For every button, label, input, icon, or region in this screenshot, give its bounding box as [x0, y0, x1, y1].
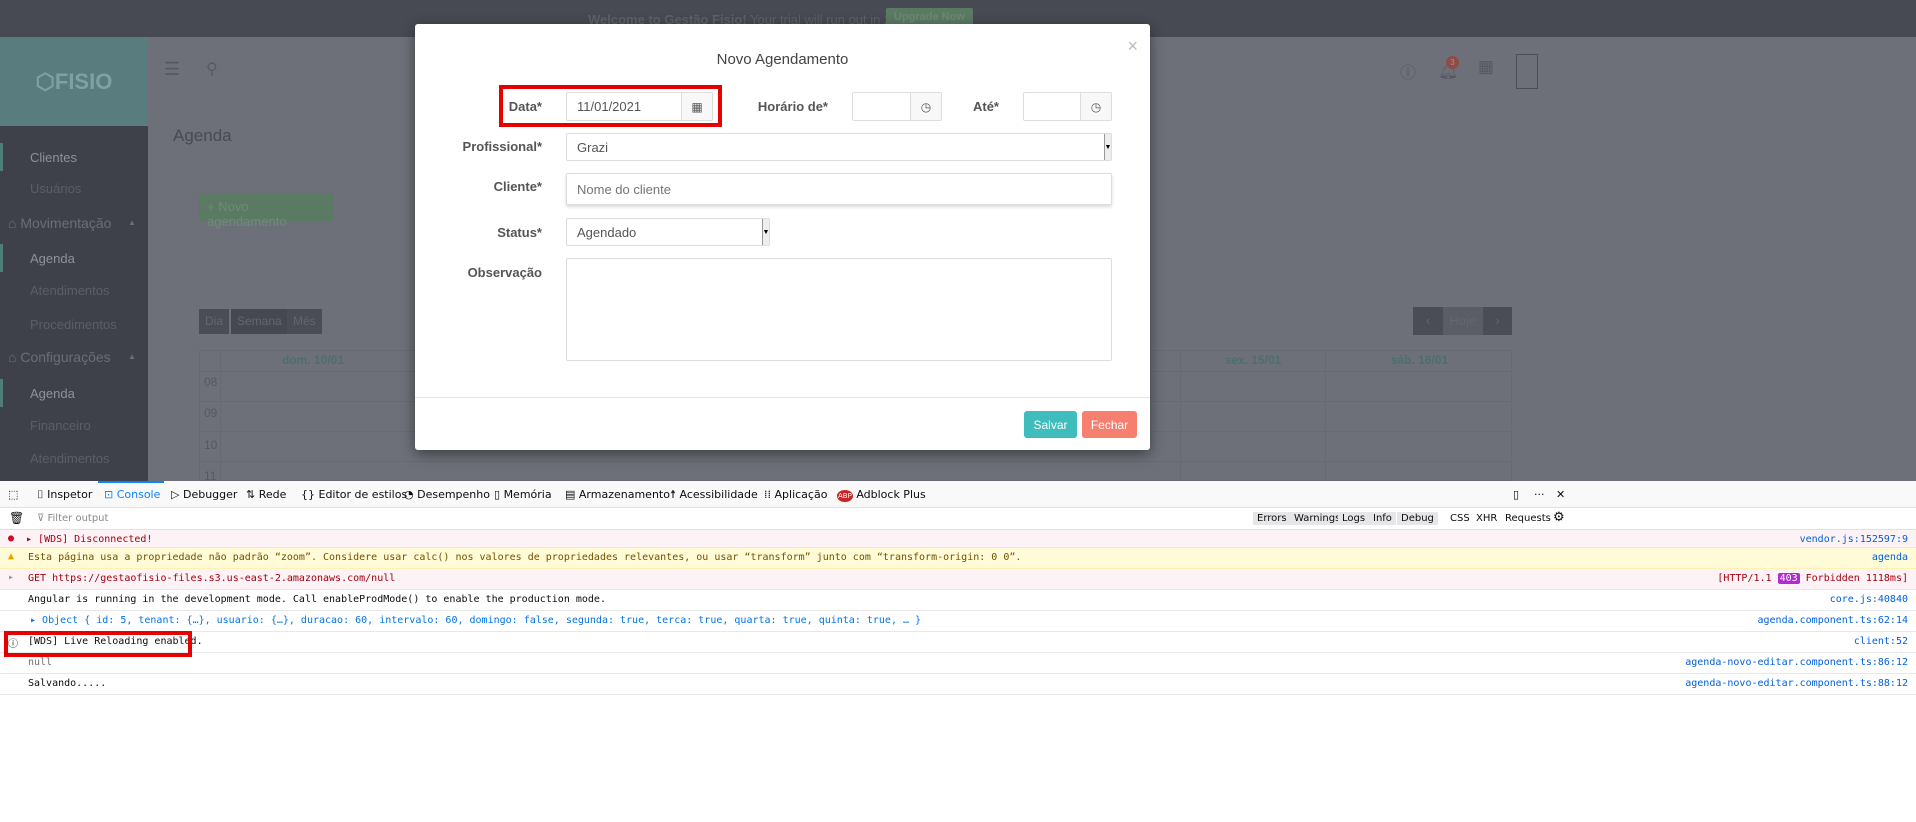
- caret-up-icon: ▲: [128, 352, 136, 361]
- tab-adblock-plus[interactable]: ABP Adblock Plus: [837, 488, 926, 502]
- trash-icon[interactable]: 🗑︎: [9, 511, 24, 525]
- home-icon: ⌂: [8, 215, 21, 231]
- from-time-label: Horário de*: [757, 99, 828, 114]
- error-icon: ●: [8, 533, 15, 544]
- modal-footer-divider: [415, 397, 1150, 398]
- next-button[interactable]: ›: [1483, 307, 1512, 335]
- close-devtools-icon[interactable]: ✕: [1556, 488, 1565, 501]
- gear-icon[interactable]: ⚙: [1553, 510, 1565, 525]
- filter-warnings[interactable]: Warnings: [1290, 512, 1345, 525]
- console-message: ▸ GET https://gestaofisio-files.s3.us-eas…: [0, 569, 1916, 590]
- sidebar-item-config-atendimentos[interactable]: Atendimentos: [30, 451, 110, 466]
- warning-icon: ▲: [8, 551, 15, 562]
- modal-title: Novo Agendamento: [716, 51, 849, 68]
- close-button[interactable]: Fechar: [1082, 411, 1137, 438]
- tab-debugger[interactable]: ▷ Debugger: [171, 488, 237, 501]
- abp-icon: ABP: [837, 490, 853, 502]
- save-button[interactable]: Salvar: [1024, 411, 1077, 438]
- tab-console[interactable]: ⊡ Console: [104, 488, 160, 501]
- chevron-down-icon: ▼: [1104, 134, 1111, 160]
- element-picker-icon[interactable]: ⬚: [8, 488, 18, 501]
- filter-css[interactable]: CSS: [1450, 513, 1470, 524]
- status-select[interactable]: Agendado ▼: [566, 218, 770, 246]
- devtools-panel: ⬚ ⌷ Inspetor ⊡ Console ▷ Debugger ⇅ Rede…: [0, 481, 1916, 822]
- console-message: ⓘ [WDS] Live Reloading enabled. client:52: [0, 632, 1916, 653]
- sidebar-item-atendimentos[interactable]: Atendimentos: [30, 283, 110, 298]
- highlight-box: [499, 85, 722, 127]
- today-button[interactable]: Hoje: [1443, 307, 1483, 335]
- filter-xhr[interactable]: XHR: [1476, 513, 1497, 524]
- client-label: Cliente*: [493, 179, 542, 194]
- view-month-button[interactable]: Mês: [287, 309, 322, 334]
- user-avatar[interactable]: [1516, 54, 1538, 89]
- filter-info[interactable]: Info: [1369, 512, 1396, 525]
- sidebar-item-procedimentos[interactable]: Procedimentos: [30, 317, 117, 332]
- professional-label: Profissional*: [462, 139, 542, 154]
- highlight-box: [4, 631, 192, 657]
- clock-icon[interactable]: ◷: [910, 92, 942, 121]
- box-icon: ⬡: [35, 68, 55, 94]
- console-message: Angular is running in the development mo…: [0, 590, 1916, 611]
- apps-grid-icon[interactable]: ▦: [1478, 57, 1494, 77]
- devtools-toolbar: ⬚ ⌷ Inspetor ⊡ Console ▷ Debugger ⇅ Rede…: [0, 481, 1916, 508]
- home-icon: ⌂: [8, 349, 21, 365]
- filter-output-input[interactable]: ⊽ Filter output: [37, 513, 108, 524]
- menu-toggle-icon[interactable]: ☰: [164, 59, 180, 80]
- sidebar-item-config-agenda[interactable]: Agenda: [30, 386, 75, 401]
- view-week-button[interactable]: Semana: [231, 309, 288, 334]
- professional-select[interactable]: Grazi ▼: [566, 133, 1112, 161]
- console-message: null agenda-novo-editar.component.ts:86:1…: [0, 653, 1916, 674]
- tab-rede[interactable]: ⇅ Rede: [246, 488, 286, 501]
- filter-debug[interactable]: Debug: [1397, 512, 1438, 525]
- new-appointment-modal: Novo Agendamento × Data* 11/01/2021 ▦ Hor…: [415, 24, 1150, 450]
- to-time-input[interactable]: ◷: [1023, 92, 1112, 121]
- tab-aplicacao[interactable]: ⁞⁞ Aplicação: [764, 488, 827, 501]
- filter-requests[interactable]: Requests: [1505, 513, 1551, 524]
- chevron-down-icon: ▼: [762, 219, 769, 245]
- sidebar-item-usuarios[interactable]: Usuários: [30, 181, 81, 196]
- notes-label: Observação: [467, 265, 542, 280]
- console-message: ● ▸ [WDS] Disconnected! vendor.js:152597:9: [0, 530, 1916, 548]
- new-appointment-button[interactable]: + Novo agendamento: [199, 193, 334, 229]
- sidebar-item-agenda[interactable]: Agenda: [30, 251, 75, 266]
- client-input[interactable]: [566, 173, 1112, 205]
- logo: ⬡ FISIO: [0, 37, 148, 126]
- sidebar-item-clientes[interactable]: Clientes: [30, 150, 77, 165]
- expand-icon: ▸: [8, 572, 15, 583]
- prev-button[interactable]: ‹: [1413, 307, 1443, 335]
- view-day-button[interactable]: Dia: [199, 309, 230, 334]
- filter-logs[interactable]: Logs: [1338, 512, 1370, 525]
- info-icon[interactable]: ⓘ: [1400, 59, 1416, 83]
- console-message[interactable]: ▸ Object { id: 5, tenant: {…}, usuario: …: [0, 611, 1916, 632]
- tab-desempenho[interactable]: ◔ Desempenho: [404, 488, 490, 501]
- tab-editor-de-estilos[interactable]: {} Editor de estilos: [301, 488, 407, 501]
- console-message: Salvando..... agenda-novo-editar.componen…: [0, 674, 1916, 695]
- search-icon[interactable]: ⚲: [206, 59, 218, 79]
- more-options-icon[interactable]: ···: [1534, 488, 1545, 501]
- notes-textarea[interactable]: [566, 258, 1112, 361]
- page-title: Agenda: [173, 126, 232, 145]
- notification-badge: 3: [1446, 56, 1459, 69]
- tab-armazenamento[interactable]: ▤ Armazenamento: [565, 488, 670, 501]
- to-time-label: Até*: [972, 99, 999, 114]
- close-icon[interactable]: ×: [1127, 36, 1138, 57]
- caret-up-icon: ▲: [128, 218, 136, 227]
- sidebar-section-movimentacao[interactable]: ⌂ Movimentação ▲: [8, 215, 136, 231]
- console-message: ▲ Esta página usa a propriedade não padrã…: [0, 548, 1916, 569]
- responsive-mode-icon[interactable]: ▯: [1513, 488, 1519, 501]
- status-label: Status*: [497, 225, 542, 240]
- from-time-input[interactable]: ◷: [852, 92, 942, 121]
- tab-memoria[interactable]: ▯ Memória: [494, 488, 552, 501]
- console-filter-bar: 🗑︎ ⊽ Filter output Errors Warnings Logs …: [0, 508, 1916, 530]
- clock-icon[interactable]: ◷: [1080, 92, 1112, 121]
- tab-acessibilidade[interactable]: ☨ Acessibilidade: [670, 488, 758, 501]
- filter-errors[interactable]: Errors: [1253, 512, 1291, 525]
- sidebar-item-financeiro[interactable]: Financeiro: [30, 418, 91, 433]
- tab-inspetor[interactable]: ⌷ Inspetor: [37, 488, 92, 502]
- sidebar-section-configuracoes[interactable]: ⌂ Configurações ▲: [8, 349, 136, 365]
